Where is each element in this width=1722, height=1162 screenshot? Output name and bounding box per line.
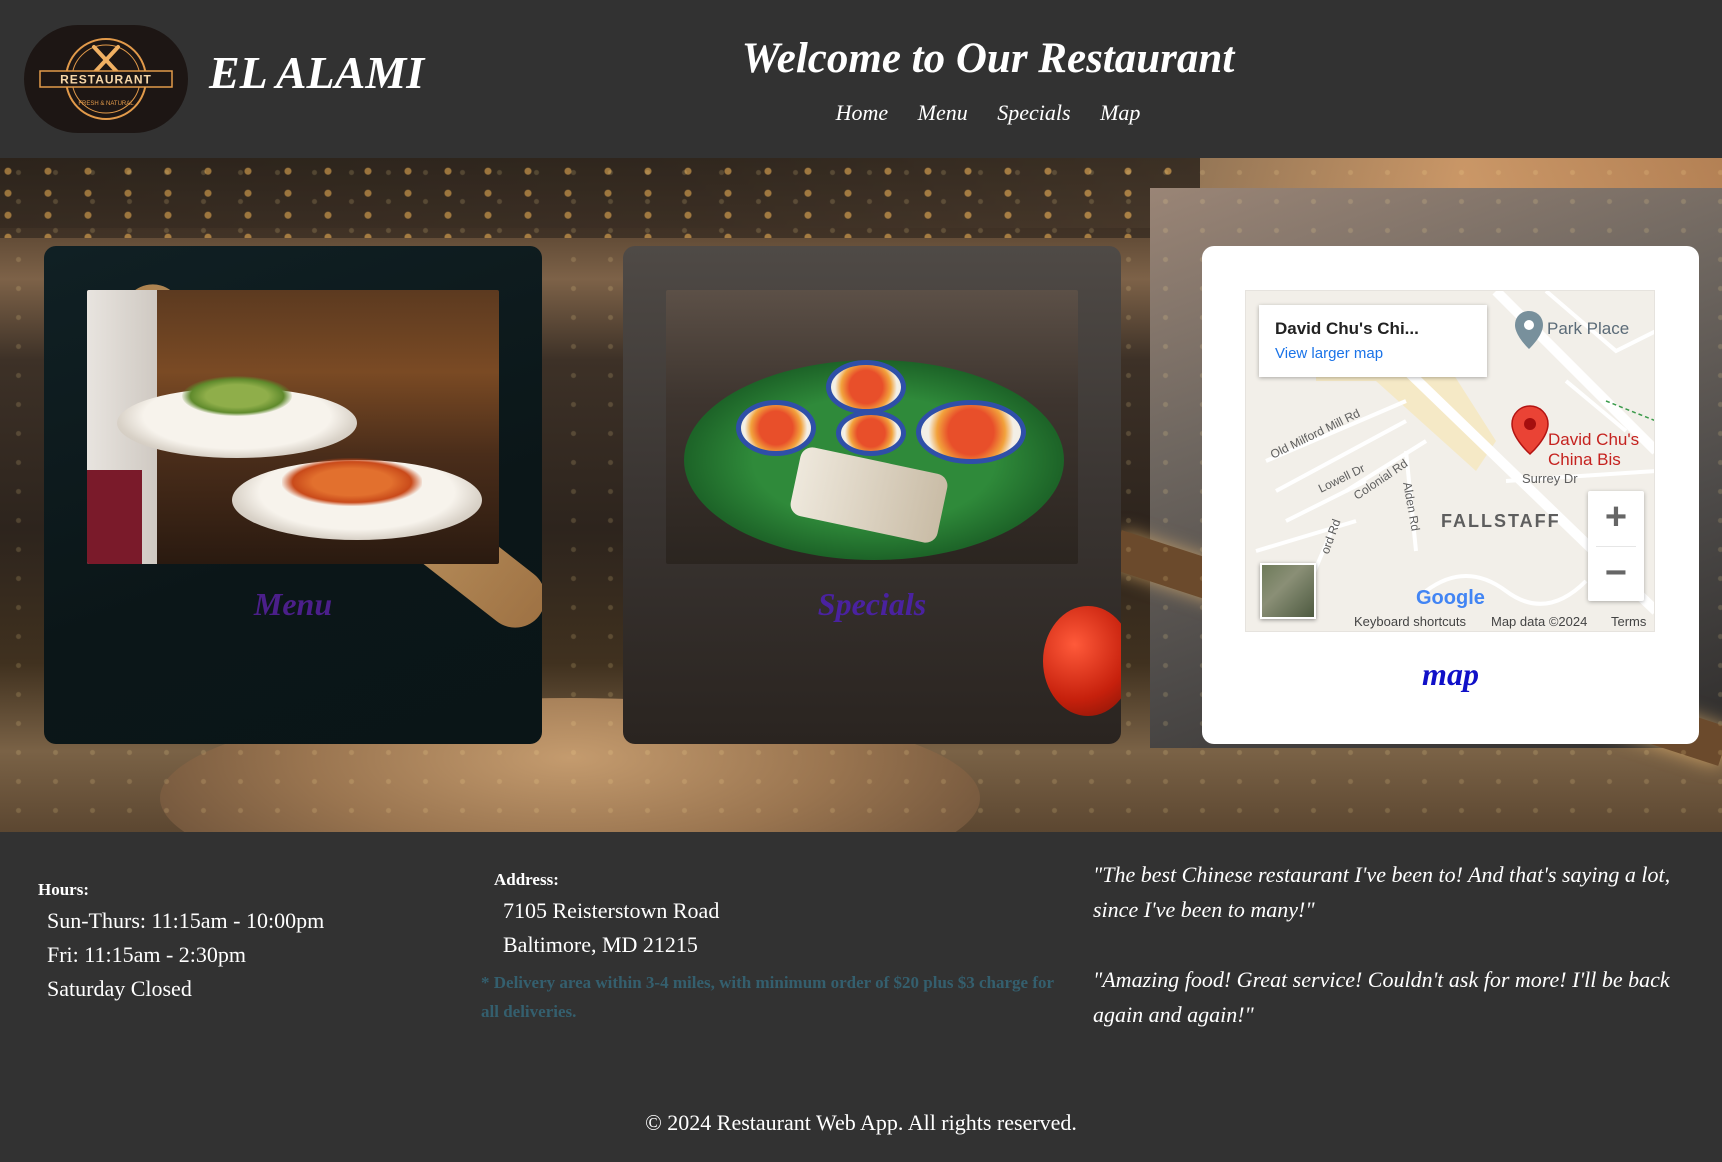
map-label-park-place: Park Place — [1547, 319, 1630, 338]
hours-line: Sun-Thurs: 11:15am - 10:00pm — [47, 908, 325, 933]
map-zoom-controls: + − — [1588, 491, 1644, 601]
page-title: Welcome to Our Restaurant — [741, 35, 1235, 82]
address-block: Address: 7105 Reisterstown Road Baltimor… — [481, 870, 1071, 1026]
salad — [182, 376, 292, 416]
dish-bowl — [826, 360, 906, 414]
bruschetta — [282, 458, 422, 506]
map-terms-link[interactable]: Terms — [1611, 614, 1646, 629]
embedded-google-map[interactable]: Park Place David Chu's China Bis Old Mil… — [1245, 290, 1655, 632]
google-logo: Google — [1416, 587, 1485, 609]
specials-card-title[interactable]: Specials — [623, 586, 1121, 623]
copyright-notice: © 2024 Restaurant Web App. All rights re… — [645, 1110, 1077, 1135]
nav-menu[interactable]: Menu — [918, 100, 968, 125]
keyboard-shortcuts-link[interactable]: Keyboard shortcuts — [1354, 614, 1466, 629]
main-nav: Home Menu Specials Map — [0, 100, 1722, 126]
address-city: Baltimore, MD 21215 — [503, 932, 698, 957]
menu-card[interactable]: Menu — [44, 246, 542, 744]
map-label-fallstaff: FALLSTAFF — [1441, 511, 1561, 531]
nav-specials[interactable]: Specials — [997, 100, 1070, 125]
hero-section: Menu Specials Park Place David Chu's Chi… — [0, 158, 1722, 832]
hours-block: Hours: Sun-Thurs: 11:15am - 10:00pm Fri:… — [38, 880, 324, 1002]
review-quote: "The best Chinese restaurant I've been t… — [1093, 862, 1671, 922]
map-data-attribution: Map data ©2024 — [1491, 614, 1588, 629]
specials-card[interactable]: Specials — [623, 246, 1121, 744]
map-info-window: David Chu's Chi... View larger map — [1259, 305, 1487, 377]
address-label: Address: — [494, 870, 559, 889]
hours-label: Hours: — [38, 880, 89, 899]
hours-line: Fri: 11:15am - 2:30pm — [47, 942, 247, 967]
map-footer: Keyboard shortcuts Map data ©2024 Terms — [1246, 611, 1654, 631]
map-place-name: David Chu's Chi... — [1275, 319, 1419, 338]
map-card[interactable]: Park Place David Chu's China Bis Old Mil… — [1202, 246, 1699, 744]
zoom-in-button[interactable]: + — [1588, 491, 1644, 546]
dish-bowl — [916, 400, 1026, 464]
view-larger-map-link[interactable]: View larger map — [1275, 345, 1471, 362]
dish-bowl — [836, 410, 906, 456]
delivery-note: * Delivery area within 3-4 miles, with m… — [481, 973, 1054, 1021]
reviews-block: "The best Chinese restaurant I've been t… — [1093, 857, 1693, 1032]
site-header: RESTAURANT FRESH & NATURAL EL ALAMI Welc… — [0, 0, 1722, 158]
specials-photo[interactable] — [666, 290, 1078, 564]
menu-photo[interactable] — [87, 290, 499, 564]
menu-card-title[interactable]: Menu — [44, 586, 542, 623]
dish-bowl — [736, 400, 816, 456]
hours-line: Saturday Closed — [47, 976, 192, 1001]
nav-home[interactable]: Home — [836, 100, 889, 125]
map-card-title[interactable]: map — [1202, 656, 1699, 693]
map-label-surrey: Surrey Dr — [1522, 471, 1578, 486]
nav-map[interactable]: Map — [1100, 100, 1140, 125]
waiter-apron — [87, 470, 142, 564]
info-section: Hours: Sun-Thurs: 11:15am - 10:00pm Fri:… — [0, 832, 1722, 1162]
address-street: 7105 Reisterstown Road — [503, 898, 720, 923]
zoom-out-button[interactable]: − — [1588, 547, 1644, 602]
review-quote: "Amazing food! Great service! Couldn't a… — [1093, 967, 1670, 1027]
map-pin-label[interactable]: David Chu's China Bis — [1548, 430, 1654, 470]
